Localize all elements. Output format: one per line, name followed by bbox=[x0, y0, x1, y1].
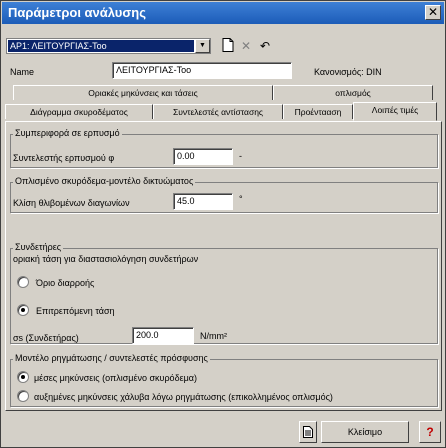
creep-group-title: Συμπεριφορά σε ερπυσμό bbox=[13, 128, 122, 138]
stirrups-subtitle: οριακή τάση για διαστασιολόγηση συνδετήρ… bbox=[13, 254, 199, 264]
yield-limit-radio[interactable] bbox=[17, 276, 29, 288]
analysis-parameters-window: Παράμετροι ανάλυσης ✕ ΑΡ1: ΛΕΙΤΟΥΡΓΙΑΣ-Τ… bbox=[0, 0, 446, 448]
tab-reinforcement[interactable]: οπλισμός bbox=[273, 85, 433, 100]
tab-other-values[interactable]: Λοιπές τιμές bbox=[353, 102, 437, 121]
tab-prestress[interactable]: Προέντααση bbox=[283, 104, 353, 119]
increased-strains-radio[interactable] bbox=[17, 390, 29, 402]
stirrups-title: Συνδετήρες bbox=[13, 242, 64, 252]
document-icon[interactable] bbox=[299, 421, 317, 443]
sigma-s-label: σs (Συνδετήρας) bbox=[13, 333, 79, 343]
strut-angle-unit: ° bbox=[239, 194, 243, 204]
close-window-button[interactable]: ✕ bbox=[425, 5, 441, 20]
sigma-s-field[interactable]: 200.0 bbox=[132, 327, 194, 344]
tab-resistance-factors[interactable]: Συντελεστές αντίστασης bbox=[153, 104, 283, 119]
help-icon[interactable]: ? bbox=[419, 421, 441, 443]
strut-angle-label: Κλίση θλιβομένων διαγωνίων bbox=[13, 198, 130, 208]
chevron-down-icon[interactable]: ▼ bbox=[195, 39, 210, 53]
strut-angle-field[interactable]: 45.0 bbox=[173, 193, 233, 210]
load-case-value: ΑΡ1: ΛΕΙΤΟΥΡΓΙΑΣ-Τοο bbox=[8, 40, 194, 52]
yield-limit-label: Όριο διαρροής bbox=[36, 278, 95, 288]
allowable-stress-label: Επιτρεπόμενη τάση bbox=[36, 306, 115, 316]
mean-strains-radio[interactable] bbox=[17, 371, 29, 383]
creep-coefficient-unit: - bbox=[239, 151, 242, 161]
name-field[interactable]: ΛΕΙΤΟΥΡΓΙΑΣ-Τοο bbox=[112, 62, 292, 79]
window-title: Παράμετροι ανάλυσης bbox=[8, 5, 146, 20]
tab-concrete-diagram[interactable]: Διάγραμμα σκυροδέματος bbox=[5, 104, 153, 119]
tab-limit-strains[interactable]: Οριακές μηκύνσεις και τάσεις bbox=[13, 85, 273, 100]
mean-strains-label: μέσες μηκύνσεις (οπλισμένο σκυρόδεμα) bbox=[34, 373, 197, 383]
design-code-label: Κανονισμός: DIN bbox=[314, 67, 382, 77]
title-bar: Παράμετροι ανάλυσης ✕ bbox=[2, 2, 444, 24]
delete-icon[interactable]: ✕ bbox=[238, 38, 254, 54]
name-label: Name bbox=[10, 67, 35, 77]
close-button[interactable]: Κλείσιμο bbox=[321, 421, 409, 443]
increased-strains-label: αυξημένες μηκύνσεις χάλυβα λόγω ρηγμάτωσ… bbox=[34, 392, 333, 402]
new-document-icon[interactable] bbox=[220, 38, 236, 54]
truss-model-title: Οπλισμένο σκυρόδεμα-μοντέλο δικτυώματος bbox=[13, 176, 196, 186]
sigma-s-unit: N/mm² bbox=[200, 331, 227, 341]
load-case-dropdown[interactable]: ΑΡ1: ΛΕΙΤΟΥΡΓΙΑΣ-Τοο ▼ bbox=[6, 38, 211, 54]
creep-coefficient-field[interactable]: 0.00 bbox=[173, 148, 233, 165]
undo-icon[interactable]: ↶ bbox=[257, 38, 273, 54]
cracking-model-title: Μοντέλο ρηγμάτωσης / συντελεστές πρόσφυσ… bbox=[13, 353, 210, 363]
allowable-stress-radio[interactable] bbox=[17, 304, 29, 316]
creep-coefficient-label: Συντελεστής ερπυσμού φ bbox=[13, 153, 115, 163]
